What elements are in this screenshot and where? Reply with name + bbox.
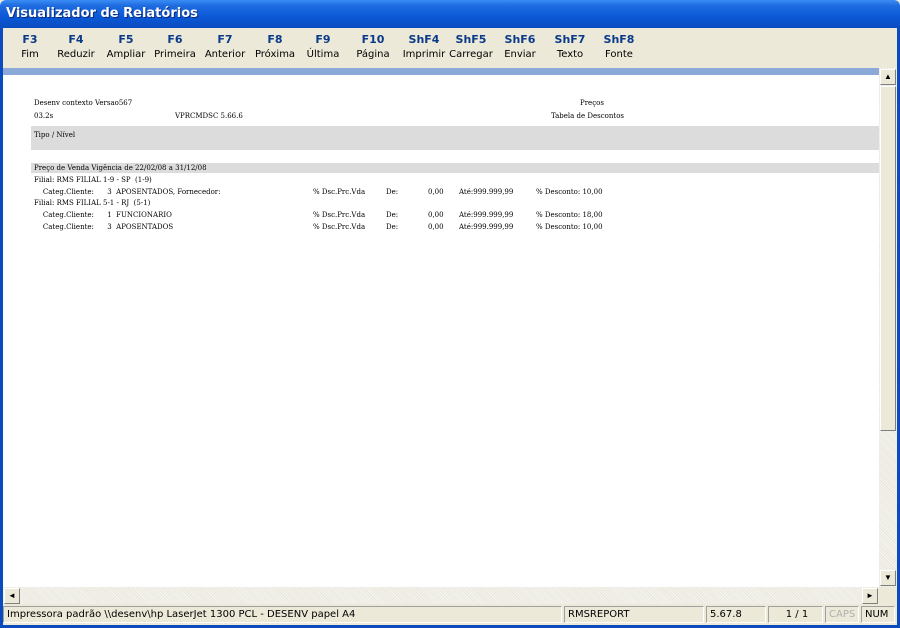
status-version: 5.67.8 xyxy=(706,606,766,623)
toolbar-label: Fonte xyxy=(605,49,633,60)
vertical-scroll-thumb[interactable] xyxy=(880,86,896,431)
report-cell-type: % Dsc.Prc.Vda xyxy=(313,211,366,219)
anterior-button[interactable]: F7 Anterior xyxy=(201,32,249,62)
ampliar-button[interactable]: F5 Ampliar xyxy=(102,32,150,62)
scroll-up-icon[interactable]: ▲ xyxy=(880,69,896,85)
proxima-button[interactable]: F8 Próxima xyxy=(251,32,299,62)
toolbar-key: ShF4 xyxy=(408,33,440,46)
scroll-right-icon[interactable]: ► xyxy=(862,588,878,604)
report-cell-discount: % Desconto: 10,00 xyxy=(536,223,603,231)
report-cell-de: De: xyxy=(386,188,399,196)
report-cell-min: 0,00 xyxy=(428,211,444,219)
pagina-button[interactable]: F10 Página xyxy=(349,32,397,62)
toolbar-label: Próxima xyxy=(254,49,296,60)
status-bar: Impressora padrão \\desenv\hp LaserJet 1… xyxy=(3,604,897,625)
toolbar-separator xyxy=(3,68,897,75)
ultima-button[interactable]: F9 Última xyxy=(299,32,347,62)
toolbar-key: F4 xyxy=(68,33,84,46)
toolbar-label: Anterior xyxy=(204,49,246,60)
report-line-filial: Filial: RMS FILIAL 1-9 - SP (1-9) xyxy=(34,176,152,184)
group-title: Preço de Venda Vigência de 22/02/08 a 31… xyxy=(34,164,207,172)
toolbar-key: ShF5 xyxy=(455,33,487,46)
report-header-code: 03.2s xyxy=(34,112,54,120)
report-cell-type: % Dsc.Prc.Vda xyxy=(313,188,366,196)
toolbar-key: ShF6 xyxy=(504,33,536,46)
toolbar-label: Texto xyxy=(556,49,584,60)
toolbar: F3 Fim F4 Reduzir F5 Ampliar F6 Primeira F7 A… xyxy=(3,28,897,68)
fim-button[interactable]: F3 Fim xyxy=(6,32,54,62)
report-cell-min: 0,00 xyxy=(428,188,444,196)
toolbar-label: Reduzir xyxy=(57,49,95,60)
report-cell-max: Até:999.999,99 xyxy=(459,188,514,196)
toolbar-label: Carregar xyxy=(449,49,493,60)
toolbar-label: Imprimir xyxy=(402,49,446,60)
texto-button[interactable]: ShF7 Texto xyxy=(546,32,594,62)
toolbar-key: F5 xyxy=(118,33,134,46)
scroll-down-icon[interactable]: ▼ xyxy=(880,570,896,586)
toolbar-label: Fim xyxy=(21,49,39,60)
report-cell-de: De: xyxy=(386,223,399,231)
toolbar-key: F10 xyxy=(361,33,385,46)
report-cell-de: De: xyxy=(386,211,399,219)
window-title: Visualizador de Relatórios xyxy=(6,6,198,21)
toolbar-key: F7 xyxy=(217,33,233,46)
carregar-button[interactable]: ShF5 Carregar xyxy=(447,32,495,62)
toolbar-label: Primeira xyxy=(154,49,196,60)
toolbar-label: Última xyxy=(306,49,340,60)
scroll-left-icon[interactable]: ◄ xyxy=(4,588,20,604)
report-header-program: VPRCMDSC 5.66.6 xyxy=(175,112,243,120)
fonte-button[interactable]: ShF8 Fonte xyxy=(595,32,643,62)
status-report-name: RMSREPORT xyxy=(564,606,704,623)
toolbar-key: F6 xyxy=(167,33,183,46)
reduzir-button[interactable]: F4 Reduzir xyxy=(52,32,100,62)
section-label: Tipo / Nível xyxy=(34,131,76,139)
toolbar-key: F9 xyxy=(315,33,331,46)
toolbar-label: Página xyxy=(356,49,390,60)
status-num: NUM xyxy=(861,606,895,623)
toolbar-key: ShF7 xyxy=(554,33,586,46)
report-cell-max: Até:999.999,99 xyxy=(459,211,514,219)
toolbar-label: Enviar xyxy=(504,49,536,60)
toolbar-key: F8 xyxy=(267,33,283,46)
report-cell-min: 0,00 xyxy=(428,223,444,231)
report-line-categ: Categ.Cliente: 3 APOSENTADOS xyxy=(34,223,174,231)
report-cell-type: % Dsc.Prc.Vda xyxy=(313,223,366,231)
status-printer: Impressora padrão \\desenv\hp LaserJet 1… xyxy=(3,606,562,623)
status-caps: CAPS xyxy=(825,606,859,623)
report-page: Desenv contexto Versao567 Preços 03.2s V… xyxy=(3,75,879,587)
report-cell-discount: % Desconto: 10,00 xyxy=(536,188,603,196)
report-header-context: Desenv contexto Versao567 xyxy=(34,99,133,107)
toolbar-key: F3 xyxy=(22,33,38,46)
report-line-categ: Categ.Cliente: 3 APOSENTADOS, Fornecedor… xyxy=(34,188,221,196)
horizontal-scrollbar[interactable]: ◄ ► xyxy=(3,587,879,604)
scroll-corner xyxy=(879,587,897,604)
report-viewport[interactable]: Desenv contexto Versao567 Preços 03.2s V… xyxy=(3,75,879,587)
vertical-scrollbar[interactable]: ▲ ▼ xyxy=(879,68,897,587)
toolbar-label: Ampliar xyxy=(106,49,146,60)
report-line-filial: Filial: RMS FILIAL 5-1 - RJ (5-1) xyxy=(34,199,151,207)
enviar-button[interactable]: ShF6 Enviar xyxy=(496,32,544,62)
report-header-module: Preços xyxy=(580,99,604,107)
report-cell-max: Até:999.999,99 xyxy=(459,223,514,231)
report-cell-discount: % Desconto: 18,00 xyxy=(536,211,603,219)
primeira-button[interactable]: F6 Primeira xyxy=(151,32,199,62)
title-bar[interactable]: Visualizador de Relatórios xyxy=(0,0,900,28)
imprimir-button[interactable]: ShF4 Imprimir xyxy=(400,32,448,62)
section-header-band xyxy=(31,126,879,150)
status-page: 1 / 1 xyxy=(768,606,823,623)
toolbar-key: ShF8 xyxy=(603,33,635,46)
report-header-title: Tabela de Descontos xyxy=(551,112,625,120)
report-line-categ: Categ.Cliente: 1 FUNCIONARIO xyxy=(34,211,172,219)
